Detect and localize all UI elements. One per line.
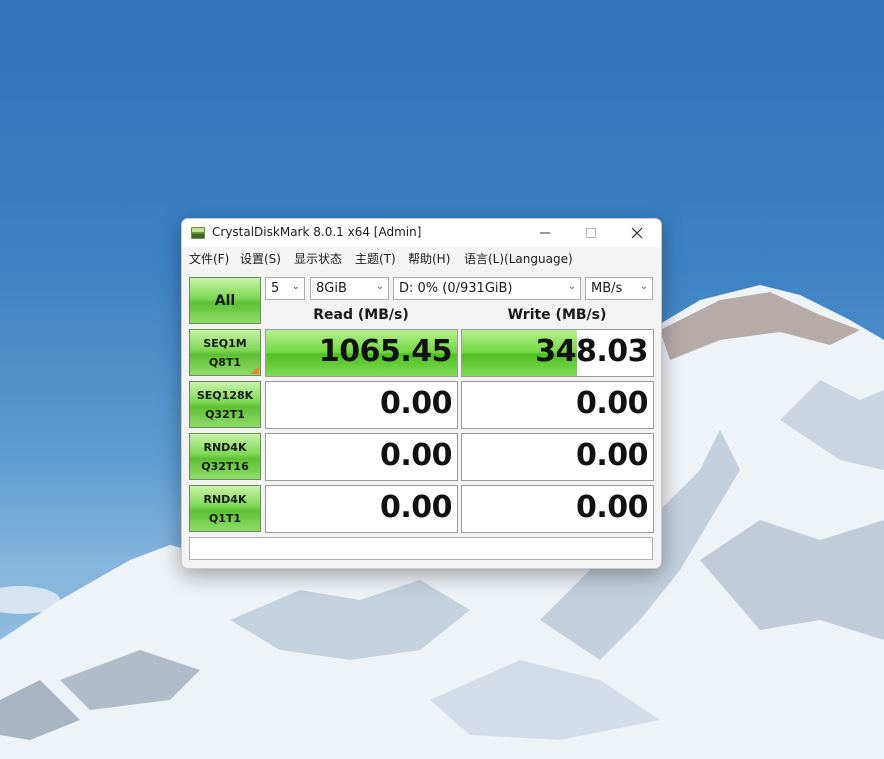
close-button[interactable] <box>614 219 660 247</box>
test-count-select[interactable]: 5 ⌄ <box>265 277 305 300</box>
test-params: Q8T1 <box>208 355 242 369</box>
test-name: SEQ128K <box>196 388 254 402</box>
test-count-value: 5 <box>271 281 280 296</box>
all-button[interactable]: All <box>189 277 261 324</box>
read-value: 0.00 <box>379 438 453 473</box>
unit-select[interactable]: MB/s ⌄ <box>585 277 653 300</box>
write-value: 0.00 <box>575 490 649 525</box>
active-marker-icon <box>251 366 259 374</box>
read-value: 0.00 <box>379 386 453 421</box>
test-params: Q32T16 <box>201 459 249 473</box>
write-result-seq128k: 0.00 <box>461 381 654 429</box>
window-title: CrystalDiskMark 8.0.1 x64 [Admin] <box>212 225 422 239</box>
test-size-value: 8GiB <box>316 281 347 296</box>
read-result-rnd4k-q1t1: 0.00 <box>265 485 458 533</box>
test-button-seq1m[interactable]: SEQ1M Q8T1 <box>189 329 261 376</box>
test-params: Q1T1 <box>208 511 242 525</box>
write-result-rnd4k-q32t16: 0.00 <box>461 433 654 481</box>
drive-value: D: 0% (0/931GiB) <box>399 281 513 296</box>
read-result-seq128k: 0.00 <box>265 381 458 429</box>
write-value: 348.03 <box>535 334 648 369</box>
test-size-select[interactable]: 8GiB ⌄ <box>310 277 389 300</box>
minimize-button[interactable] <box>522 219 568 247</box>
chevron-down-icon: ⌄ <box>639 281 648 292</box>
read-value: 1065.45 <box>318 334 453 369</box>
write-value: 0.00 <box>575 386 649 421</box>
test-button-rnd4k-q32t16[interactable]: RND4K Q32T16 <box>189 433 261 480</box>
test-params: Q32T1 <box>205 407 245 421</box>
drive-select[interactable]: D: 0% (0/931GiB) ⌄ <box>393 277 581 300</box>
unit-value: MB/s <box>591 281 623 296</box>
read-column-header: Read (MB/s) <box>313 307 409 323</box>
read-result-seq1m: 1065.45 <box>265 329 458 377</box>
chevron-down-icon: ⌄ <box>375 281 384 292</box>
crystaldiskmark-app-icon <box>191 227 205 239</box>
all-button-label: All <box>214 292 236 309</box>
menu-language[interactable]: 语言(L)(Language) <box>462 250 575 267</box>
write-value: 0.00 <box>575 438 649 473</box>
menu-bar: 文件(F) 设置(S) 显示状态 主题(T) 帮助(H) 语言(L)(Langu… <box>182 247 661 269</box>
comment-input[interactable] <box>189 537 653 560</box>
chevron-down-icon: ⌄ <box>567 281 576 292</box>
test-name: SEQ1M <box>203 336 247 350</box>
menu-settings[interactable]: 设置(S) <box>238 250 283 267</box>
test-name: RND4K <box>203 440 247 454</box>
menu-display-status[interactable]: 显示状态 <box>292 250 344 267</box>
chevron-down-icon: ⌄ <box>291 281 300 292</box>
menu-help[interactable]: 帮助(H) <box>406 250 452 267</box>
menu-theme[interactable]: 主题(T) <box>353 250 398 267</box>
read-value: 0.00 <box>379 490 453 525</box>
test-button-rnd4k-q1t1[interactable]: RND4K Q1T1 <box>189 485 261 532</box>
write-column-header: Write (MB/s) <box>507 307 607 323</box>
test-button-seq128k[interactable]: SEQ128K Q32T1 <box>189 381 261 428</box>
test-name: RND4K <box>203 492 247 506</box>
write-result-rnd4k-q1t1: 0.00 <box>461 485 654 533</box>
title-bar[interactable]: CrystalDiskMark 8.0.1 x64 [Admin] <box>182 219 661 247</box>
minimize-icon <box>540 232 550 234</box>
menu-file[interactable]: 文件(F) <box>187 250 231 267</box>
crystaldiskmark-window: CrystalDiskMark 8.0.1 x64 [Admin] 文件(F) … <box>181 218 662 569</box>
maximize-icon <box>586 228 596 238</box>
read-result-rnd4k-q32t16: 0.00 <box>265 433 458 481</box>
maximize-button[interactable] <box>568 219 614 247</box>
write-result-seq1m: 348.03 <box>461 329 654 377</box>
close-icon <box>631 227 643 239</box>
